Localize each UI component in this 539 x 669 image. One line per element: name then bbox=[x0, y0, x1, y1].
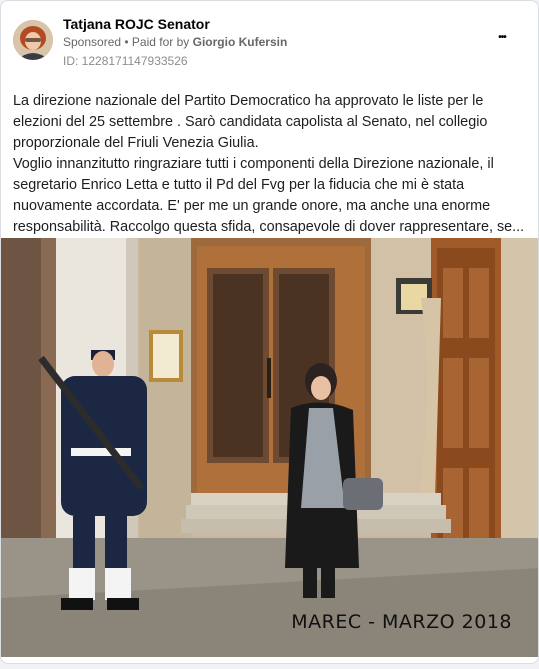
paid-for-label: Paid for by bbox=[131, 35, 193, 49]
more-horizontal-icon: ••• bbox=[498, 32, 506, 43]
post-text: La direzione nazionale del Partito Democ… bbox=[13, 91, 529, 238]
post-paragraph: Voglio innanzitutto ringraziare tutti i … bbox=[13, 156, 525, 235]
avatar[interactable] bbox=[13, 20, 53, 60]
payer-name: Giorgio Kufersin bbox=[192, 35, 288, 49]
library-id: ID: 1228171147933526 bbox=[63, 54, 188, 68]
photo-watermark: MAREC - MARZO 2018 bbox=[291, 611, 512, 633]
sponsored-line: Sponsored • Paid for by Giorgio Kufersin bbox=[63, 35, 287, 49]
ad-card: Tatjana ROJC Senator Sponsored • Paid fo… bbox=[0, 0, 539, 664]
avatar-image bbox=[13, 20, 53, 60]
more-options-button[interactable]: ••• bbox=[488, 28, 516, 48]
ad-image[interactable]: MAREC - MARZO 2018 bbox=[1, 238, 538, 657]
ad-header: Tatjana ROJC Senator Sponsored • Paid fo… bbox=[13, 14, 526, 74]
separator-dot: • bbox=[121, 35, 132, 49]
photo-illustration bbox=[1, 238, 538, 657]
sponsored-label: Sponsored bbox=[63, 35, 122, 49]
advertiser-name[interactable]: Tatjana ROJC Senator bbox=[63, 16, 210, 32]
post-paragraph: La direzione nazionale del Partito Democ… bbox=[13, 93, 488, 151]
